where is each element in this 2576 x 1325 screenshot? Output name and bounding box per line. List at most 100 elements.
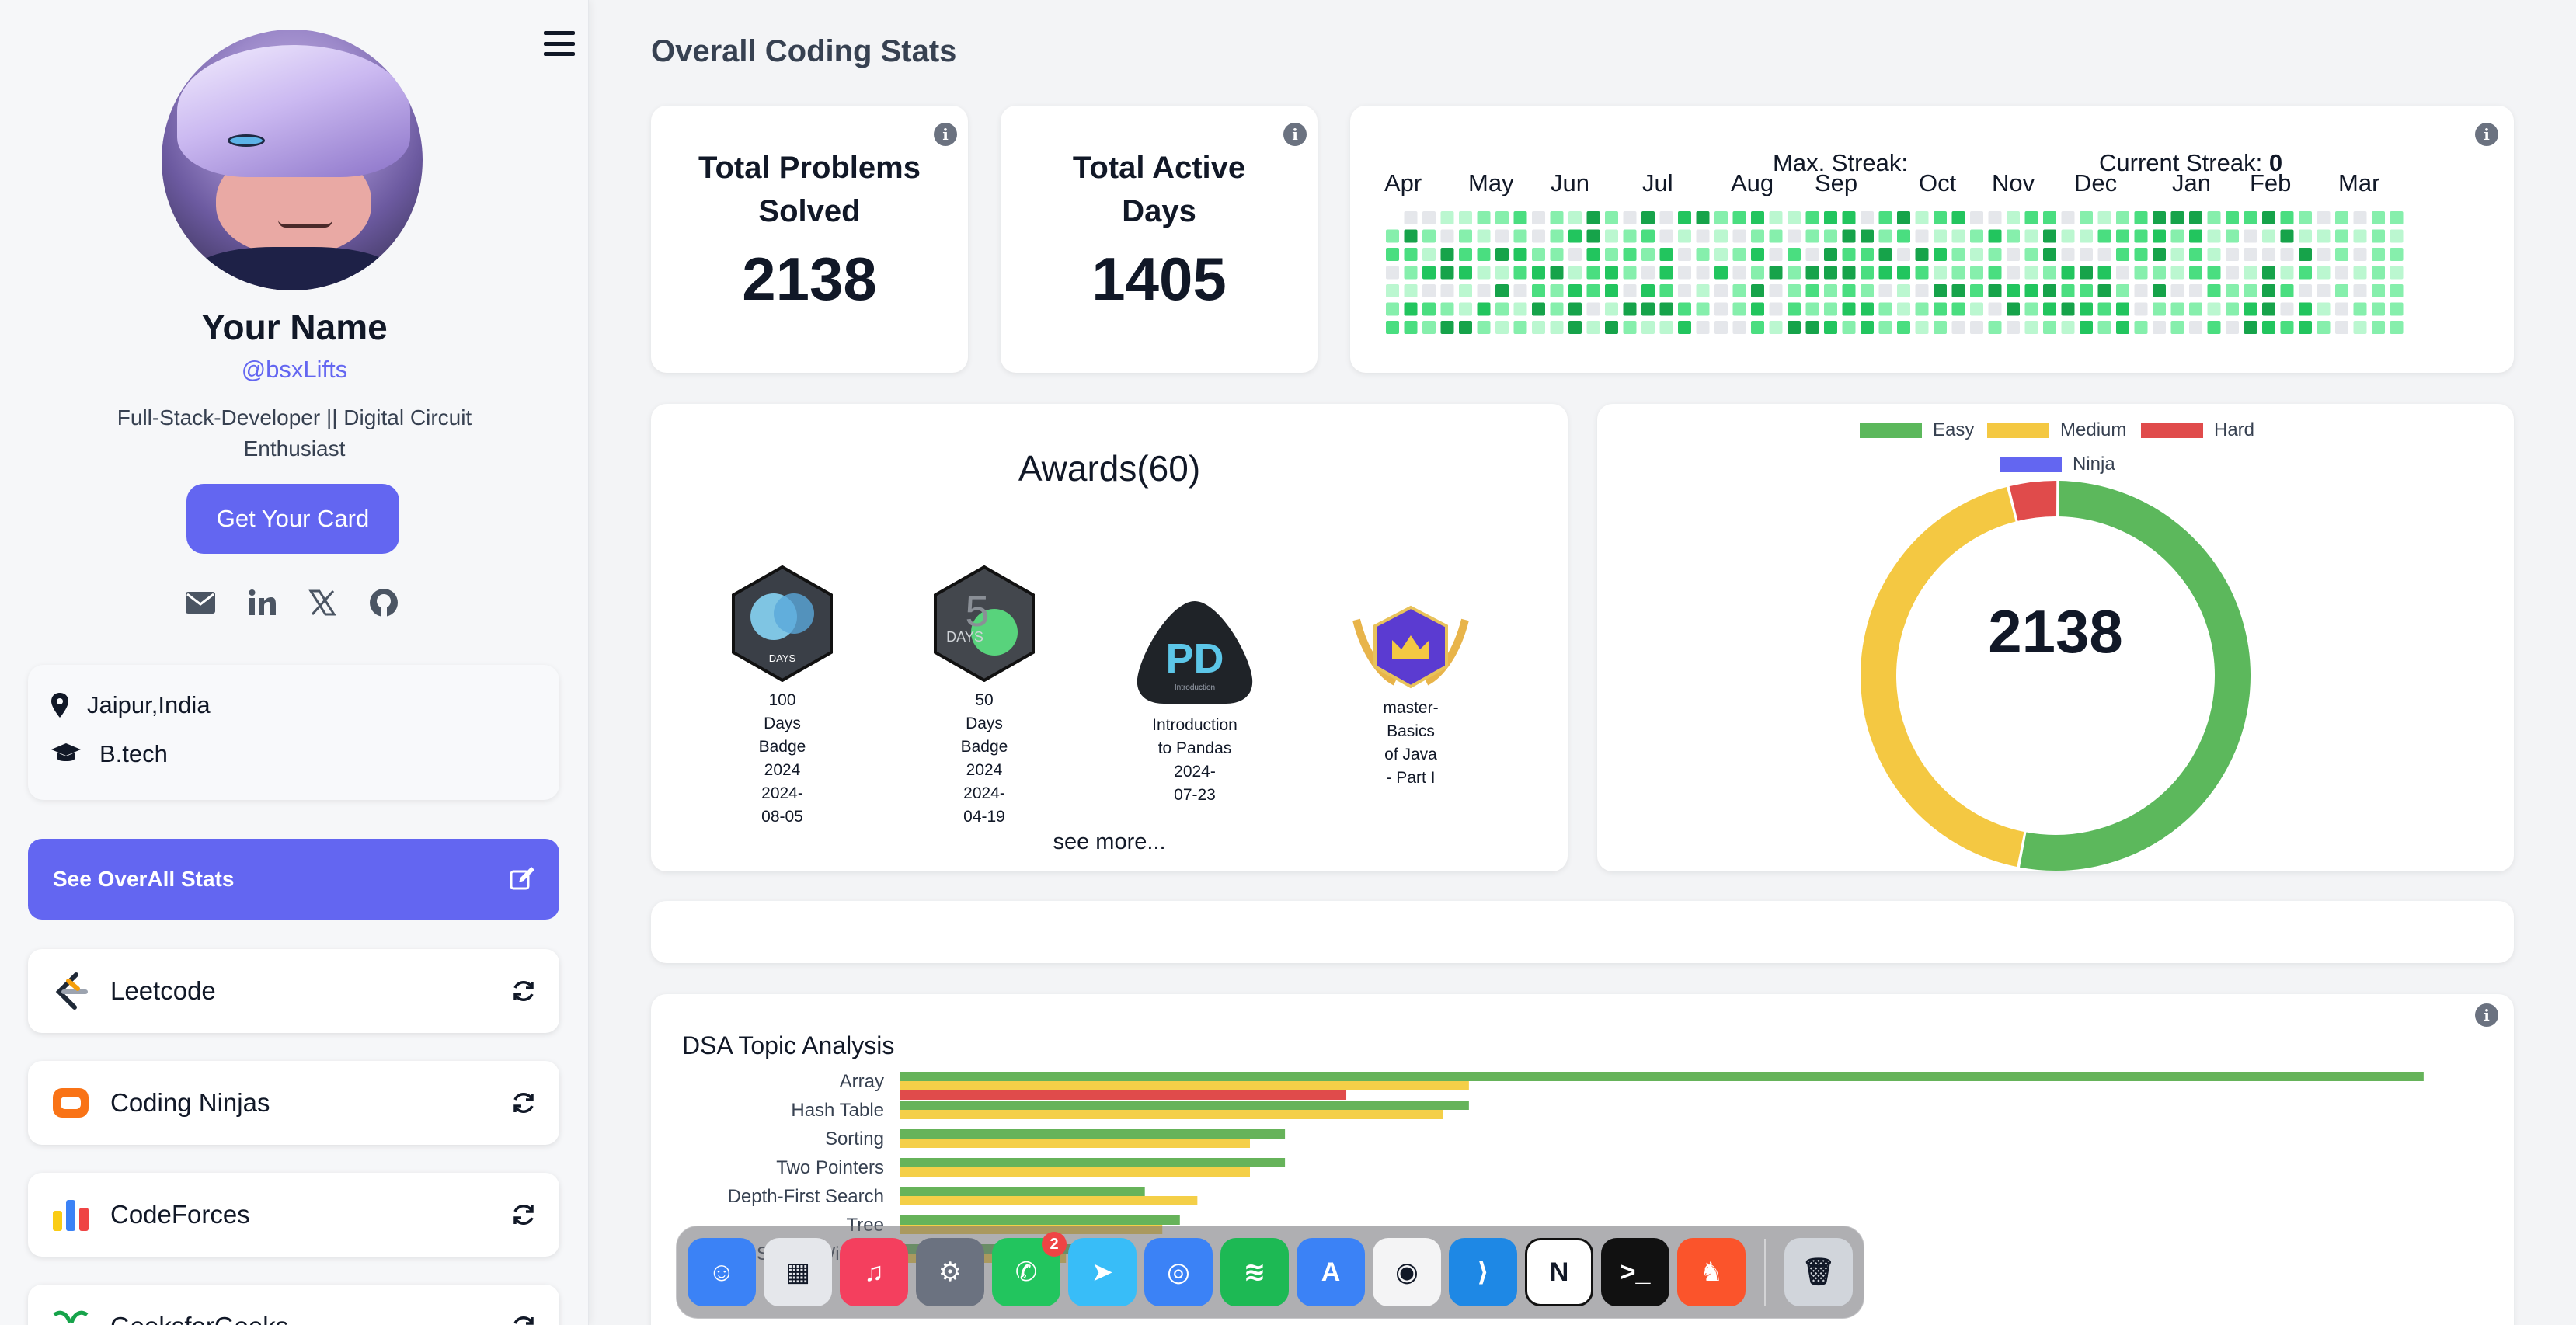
- heatmap-cell[interactable]: [2372, 321, 2385, 334]
- heatmap-cell[interactable]: [1769, 229, 1783, 243]
- heatmap-cell[interactable]: [1477, 302, 1491, 316]
- notion-icon[interactable]: N: [1525, 1238, 1593, 1306]
- info-icon[interactable]: i: [934, 123, 957, 146]
- heatmap-cell[interactable]: [2189, 321, 2202, 334]
- heatmap-cell[interactable]: [1678, 229, 1691, 243]
- heatmap-cell[interactable]: [1532, 229, 1545, 243]
- dsa-bar[interactable]: [900, 1081, 1469, 1090]
- whatsapp-icon[interactable]: ✆ 2: [992, 1232, 1067, 1306]
- heatmap-cell[interactable]: [1751, 229, 1764, 243]
- heatmap-cell[interactable]: [1788, 266, 1801, 280]
- heatmap-cell[interactable]: [1477, 321, 1491, 334]
- heatmap-cell[interactable]: [1550, 284, 1564, 297]
- heatmap-cell[interactable]: [1769, 211, 1783, 224]
- heatmap-cell[interactable]: [2390, 284, 2404, 297]
- heatmap-cell[interactable]: [2390, 302, 2404, 316]
- heatmap-cell[interactable]: [1769, 302, 1783, 316]
- heatmap-cell[interactable]: [1495, 284, 1509, 297]
- heatmap-cell[interactable]: [1404, 321, 1418, 334]
- heatmap-cell[interactable]: [2024, 302, 2038, 316]
- heatmap-cell[interactable]: [2080, 284, 2093, 297]
- heatmap-cell[interactable]: [1751, 211, 1764, 224]
- heatmap-cell[interactable]: [2335, 211, 2348, 224]
- heatmap-cell[interactable]: [2280, 284, 2294, 297]
- heatmap-cell[interactable]: [1934, 229, 1947, 243]
- heatmap-cell[interactable]: [1568, 229, 1582, 243]
- donut-slice-easy[interactable]: [2020, 481, 2251, 871]
- heatmap-cell[interactable]: [1495, 248, 1509, 261]
- heatmap-cell[interactable]: [1824, 284, 1837, 297]
- heatmap-cell[interactable]: [2244, 266, 2257, 280]
- heatmap-cell[interactable]: [2226, 321, 2239, 334]
- heatmap-cell[interactable]: [2043, 321, 2056, 334]
- heatmap-cell[interactable]: [2097, 284, 2111, 297]
- heatmap-cell[interactable]: [1915, 248, 1929, 261]
- heatmap-cell[interactable]: [2170, 248, 2184, 261]
- heatmap-cell[interactable]: [1897, 229, 1910, 243]
- launchpad-icon[interactable]: ▦: [764, 1238, 832, 1306]
- heatmap-cell[interactable]: [1988, 321, 2002, 334]
- heatmap-cell[interactable]: [1878, 266, 1892, 280]
- heatmap-cell[interactable]: [2043, 229, 2056, 243]
- terminal-icon[interactable]: >_: [1601, 1238, 1669, 1306]
- heatmap-cell[interactable]: [2153, 302, 2166, 316]
- heatmap-cell[interactable]: [1440, 321, 1454, 334]
- heatmap-cell[interactable]: [2262, 211, 2275, 224]
- heatmap-cell[interactable]: [1532, 211, 1545, 224]
- heatmap-cell[interactable]: [2097, 302, 2111, 316]
- heatmap-cell[interactable]: [1623, 284, 1637, 297]
- refresh-icon[interactable]: [511, 1090, 536, 1115]
- heatmap-cell[interactable]: [1915, 229, 1929, 243]
- heatmap-cell[interactable]: [2226, 211, 2239, 224]
- heatmap-cell[interactable]: [1404, 211, 1418, 224]
- heatmap-cell[interactable]: [1659, 321, 1673, 334]
- heatmap-cell[interactable]: [1477, 248, 1491, 261]
- heatmap-cell[interactable]: [2024, 321, 2038, 334]
- heatmap-cell[interactable]: [1477, 284, 1491, 297]
- heatmap-cell[interactable]: [2299, 302, 2312, 316]
- heatmap-cell[interactable]: [2189, 248, 2202, 261]
- heatmap-cell[interactable]: [1970, 302, 1983, 316]
- heatmap-cell[interactable]: [1422, 302, 1436, 316]
- heatmap-cell[interactable]: [1988, 284, 2002, 297]
- heatmap-cell[interactable]: [2280, 211, 2294, 224]
- heatmap-cell[interactable]: [2353, 284, 2367, 297]
- heatmap-cell[interactable]: [1951, 302, 1965, 316]
- heatmap-cell[interactable]: [1623, 302, 1637, 316]
- heatmap-cell[interactable]: [1861, 266, 1874, 280]
- heatmap-cell[interactable]: [1459, 266, 1472, 280]
- award-badge[interactable]: DAYS 5 50 Days Badge 2024 2024- 04-19: [931, 565, 1038, 829]
- heatmap-cell[interactable]: [1641, 321, 1655, 334]
- heatmap-cell[interactable]: [1988, 229, 2002, 243]
- heatmap-cell[interactable]: [1641, 211, 1655, 224]
- heatmap-cell[interactable]: [1842, 266, 1856, 280]
- heatmap-cell[interactable]: [1550, 229, 1564, 243]
- heatmap-cell[interactable]: [1878, 211, 1892, 224]
- heatmap-cell[interactable]: [1422, 229, 1436, 243]
- heatmap-cell[interactable]: [1459, 284, 1472, 297]
- heatmap-cell[interactable]: [1440, 266, 1454, 280]
- heatmap-cell[interactable]: [2153, 211, 2166, 224]
- heatmap-cell[interactable]: [1532, 302, 1545, 316]
- heatmap-cell[interactable]: [2134, 284, 2148, 297]
- heatmap-cell[interactable]: [1915, 284, 1929, 297]
- settings-icon[interactable]: ⚙: [916, 1238, 984, 1306]
- heatmap-cell[interactable]: [2262, 321, 2275, 334]
- heatmap-cell[interactable]: [1934, 211, 1947, 224]
- heatmap-cell[interactable]: [2207, 284, 2221, 297]
- heatmap-cell[interactable]: [1696, 229, 1710, 243]
- heatmap-cell[interactable]: [2097, 266, 2111, 280]
- heatmap-cell[interactable]: [1568, 302, 1582, 316]
- heatmap-cell[interactable]: [1805, 321, 1819, 334]
- heatmap-cell[interactable]: [1586, 284, 1600, 297]
- heatmap-cell[interactable]: [1732, 211, 1746, 224]
- heatmap-cell[interactable]: [2353, 302, 2367, 316]
- get-card-button[interactable]: Get Your Card: [186, 484, 399, 554]
- heatmap-cell[interactable]: [2207, 229, 2221, 243]
- heatmap-cell[interactable]: [1422, 266, 1436, 280]
- heatmap-cell[interactable]: [1605, 211, 1618, 224]
- heatmap-cell[interactable]: [1842, 284, 1856, 297]
- see-overall-stats-button[interactable]: See OverAll Stats: [28, 839, 559, 920]
- heatmap-cell[interactable]: [1988, 211, 2002, 224]
- heatmap-cell[interactable]: [2134, 321, 2148, 334]
